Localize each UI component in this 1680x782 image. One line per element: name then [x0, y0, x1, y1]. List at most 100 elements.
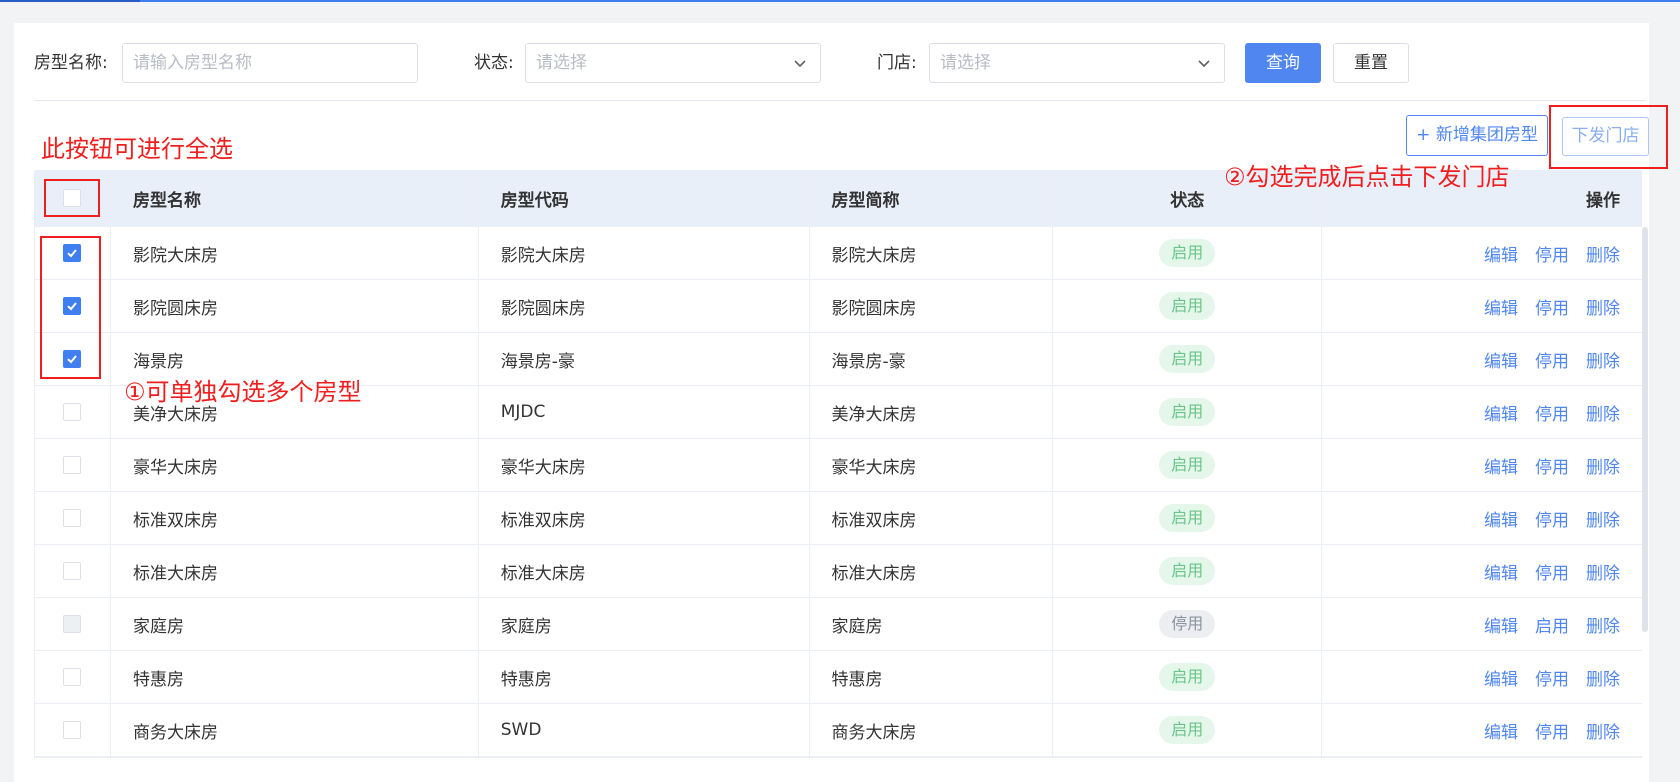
store-label: 门店: — [877, 53, 917, 73]
annotation-multi-select-note: ①可单独勾选多个房型 — [124, 378, 362, 406]
top-accent-bar — [0, 0, 1680, 2]
edit-link[interactable]: 编辑 — [1484, 612, 1518, 637]
table-row: 影院圆床房 影院圆床房 影院圆床房 启用 编辑 停用 删除 — [35, 280, 1642, 333]
cell-room-name: 家庭房 — [111, 598, 479, 650]
store-select-placeholder: 请选择 — [940, 53, 991, 73]
annotation-select-all-note: 此按钮可进行全选 — [41, 135, 233, 163]
edit-link[interactable]: 编辑 — [1484, 241, 1518, 266]
col-header-name: 房型名称 — [111, 170, 479, 226]
table-row: 影院大床房 影院大床房 影院大床房 启用 编辑 停用 删除 — [35, 227, 1642, 280]
row-checkbox[interactable] — [63, 721, 82, 739]
cell-room-name: 标准双床房 — [111, 492, 479, 544]
toggle-status-link[interactable]: 启用 — [1535, 612, 1569, 637]
status-badge: 启用 — [1159, 398, 1216, 426]
edit-link[interactable]: 编辑 — [1484, 347, 1518, 372]
filter-bar: 房型名称: 请输入房型名称 状态: 请选择 门店: 请选择 查询 重置 — [34, 43, 1414, 83]
cell-room-code: 特惠房 — [479, 651, 810, 703]
col-header-code: 房型代码 — [479, 170, 810, 226]
row-checkbox[interactable] — [63, 668, 82, 686]
toggle-status-link[interactable]: 停用 — [1535, 294, 1569, 319]
delete-link[interactable]: 删除 — [1586, 506, 1620, 531]
edit-link[interactable]: 编辑 — [1484, 559, 1518, 584]
edit-link[interactable]: 编辑 — [1484, 294, 1518, 319]
toggle-status-link[interactable]: 停用 — [1535, 241, 1569, 266]
row-checkbox — [63, 615, 82, 633]
store-select[interactable]: 请选择 — [929, 43, 1225, 83]
status-badge: 启用 — [1159, 504, 1216, 532]
cell-room-code: 豪华大床房 — [479, 439, 810, 491]
row-checkbox[interactable] — [63, 456, 82, 474]
edit-link[interactable]: 编辑 — [1484, 400, 1518, 425]
delete-link[interactable]: 删除 — [1586, 241, 1620, 266]
edit-link[interactable]: 编辑 — [1484, 718, 1518, 743]
cell-room-code: 影院大床房 — [479, 227, 810, 279]
cell-room-code: 标准大床房 — [479, 545, 810, 597]
cell-room-code: MJDC — [479, 386, 810, 438]
status-label: 状态: — [474, 53, 514, 73]
cell-room-short: 海景房-豪 — [810, 333, 1054, 385]
annotation-distribute-note: ②勾选完成后点击下发门店 — [1224, 163, 1510, 191]
status-badge: 启用 — [1159, 239, 1216, 267]
delete-link[interactable]: 删除 — [1586, 665, 1620, 690]
edit-link[interactable]: 编辑 — [1484, 665, 1518, 690]
row-checkbox[interactable] — [63, 403, 82, 421]
cell-room-short: 商务大床房 — [810, 704, 1054, 756]
cell-room-name: 豪华大床房 — [111, 439, 479, 491]
col-header-short: 房型简称 — [810, 170, 1054, 226]
cell-room-code: 家庭房 — [479, 598, 810, 650]
room-type-table: 房型名称 房型代码 房型简称 状态 操作 影院大床房 影院大床房 影院大床房 启用 编辑… — [34, 170, 1642, 758]
table-row: 家庭房 家庭房 家庭房 停用 编辑 启用 删除 — [35, 598, 1642, 651]
toggle-status-link[interactable]: 停用 — [1535, 506, 1569, 531]
status-select[interactable]: 请选择 — [525, 43, 821, 83]
cell-room-name: 特惠房 — [111, 651, 479, 703]
cell-room-short: 标准双床房 — [810, 492, 1054, 544]
table-row: 标准双床房 标准双床房 标准双床房 启用 编辑 停用 删除 — [35, 492, 1642, 545]
delete-link[interactable]: 删除 — [1586, 294, 1620, 319]
toggle-status-link[interactable]: 停用 — [1535, 453, 1569, 478]
delete-link[interactable]: 删除 — [1586, 718, 1620, 743]
cell-room-code: 标准双床房 — [479, 492, 810, 544]
status-badge: 启用 — [1159, 345, 1216, 373]
cell-room-short: 豪华大床房 — [810, 439, 1054, 491]
table-scrollbar[interactable] — [1642, 227, 1648, 632]
row-checkbox[interactable] — [63, 509, 82, 527]
status-badge: 启用 — [1159, 292, 1216, 320]
table-row: 特惠房 特惠房 特惠房 启用 编辑 停用 删除 — [35, 651, 1642, 704]
reset-button[interactable]: 重置 — [1333, 43, 1409, 83]
filter-divider — [34, 100, 1646, 101]
status-select-placeholder: 请选择 — [536, 53, 587, 73]
delete-link[interactable]: 删除 — [1586, 453, 1620, 478]
toggle-status-link[interactable]: 停用 — [1535, 665, 1569, 690]
row-checkbox[interactable] — [63, 562, 82, 580]
annotation-box-select-all — [44, 179, 100, 217]
room-name-input[interactable]: 请输入房型名称 — [122, 43, 418, 83]
add-group-room-type-button[interactable]: + 新增集团房型 — [1406, 115, 1548, 156]
toggle-status-link[interactable]: 停用 — [1535, 559, 1569, 584]
annotation-box-distribute — [1549, 105, 1668, 169]
query-button[interactable]: 查询 — [1245, 43, 1321, 83]
status-badge: 启用 — [1159, 663, 1216, 691]
cell-room-short: 家庭房 — [810, 598, 1054, 650]
table-row: 豪华大床房 豪华大床房 豪华大床房 启用 编辑 停用 删除 — [35, 439, 1642, 492]
delete-link[interactable]: 删除 — [1586, 347, 1620, 372]
cell-room-name: 影院大床房 — [111, 227, 479, 279]
status-badge: 停用 — [1159, 610, 1216, 638]
annotation-box-row-checkboxes — [40, 236, 101, 379]
status-badge: 启用 — [1159, 451, 1216, 479]
cell-room-name: 影院圆床房 — [111, 280, 479, 332]
cell-room-short: 美净大床房 — [810, 386, 1054, 438]
cell-room-short: 标准大床房 — [810, 545, 1054, 597]
toggle-status-link[interactable]: 停用 — [1535, 718, 1569, 743]
edit-link[interactable]: 编辑 — [1484, 453, 1518, 478]
edit-link[interactable]: 编辑 — [1484, 506, 1518, 531]
toggle-status-link[interactable]: 停用 — [1535, 347, 1569, 372]
status-badge: 启用 — [1159, 716, 1216, 744]
delete-link[interactable]: 删除 — [1586, 400, 1620, 425]
cell-room-short: 影院大床房 — [810, 227, 1054, 279]
cell-room-code: 海景房-豪 — [479, 333, 810, 385]
toggle-status-link[interactable]: 停用 — [1535, 400, 1569, 425]
delete-link[interactable]: 删除 — [1586, 559, 1620, 584]
cell-room-short: 特惠房 — [810, 651, 1054, 703]
delete-link[interactable]: 删除 — [1586, 612, 1620, 637]
chevron-down-icon — [794, 60, 806, 68]
